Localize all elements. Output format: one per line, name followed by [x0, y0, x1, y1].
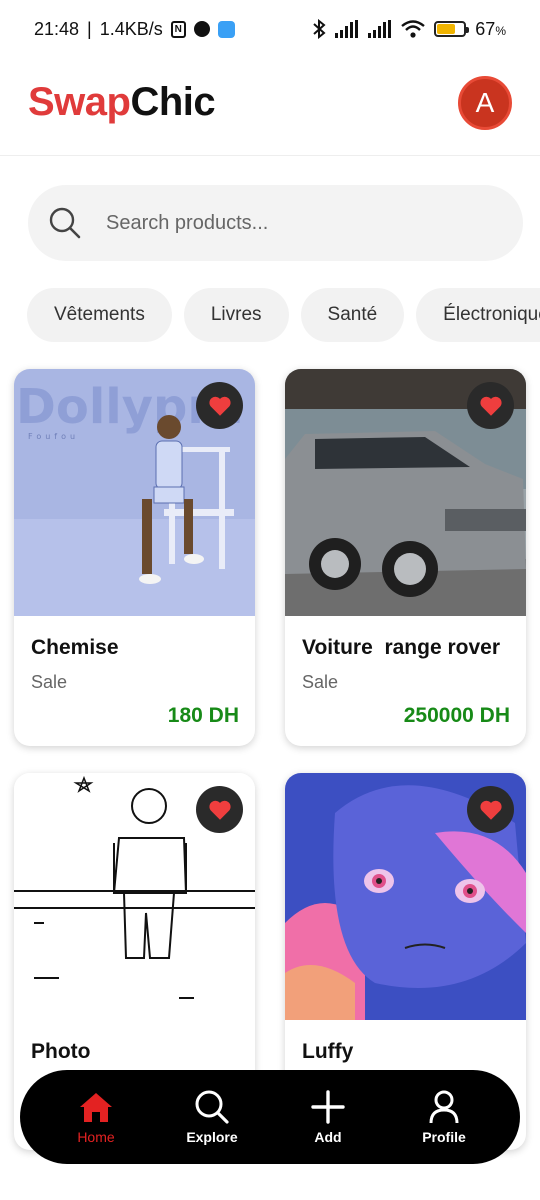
nfc-icon: N: [170, 20, 186, 38]
category-chips: Vêtements Livres Santé Électronique: [27, 288, 540, 344]
product-title: Chemise: [31, 636, 119, 659]
nav-profile[interactable]: Profile: [396, 1089, 492, 1145]
user-icon: [429, 1090, 459, 1124]
notification-icon: [193, 21, 210, 37]
chip-sante[interactable]: Santé: [300, 288, 405, 342]
wifi-icon: [401, 20, 426, 38]
signal-icon: [335, 20, 359, 38]
nav-label: Explore: [186, 1129, 238, 1145]
battery-icon: [434, 21, 470, 37]
app-screen: 21:48 | 1.4KB/s N 67% SwapChic A Vêtemen…: [0, 0, 540, 1200]
nav-label: Home: [77, 1129, 115, 1145]
nav-label: Profile: [422, 1129, 466, 1145]
search-input[interactable]: [106, 211, 466, 235]
avatar[interactable]: A: [458, 76, 512, 130]
product-title: Voiture range rover: [302, 636, 501, 659]
product-card-chemise[interactable]: Dollypra Foufou Chemise Sale 180 DH: [14, 369, 255, 746]
heart-icon: [208, 396, 231, 416]
product-title: Luffy: [302, 1040, 354, 1063]
app-header: SwapChic A: [0, 58, 540, 156]
product-title: Photo: [31, 1040, 91, 1063]
banner-subtitle: Foufou: [28, 432, 79, 441]
search-bar[interactable]: [28, 185, 523, 261]
app-logo: SwapChic: [28, 80, 216, 124]
product-price: 250000 DH: [403, 704, 510, 727]
battery-percent: 67%: [475, 18, 506, 39]
bluetooth-icon: [313, 19, 326, 39]
signal-icon-2: [368, 20, 392, 38]
favorite-button[interactable]: [196, 382, 243, 429]
heart-icon: [479, 396, 502, 416]
search-icon: [195, 1090, 229, 1124]
app-notification-icon: [217, 20, 235, 38]
search-icon: [49, 207, 81, 239]
chip-vetements[interactable]: Vêtements: [27, 288, 172, 342]
chip-livres[interactable]: Livres: [183, 288, 289, 342]
plus-icon: [311, 1090, 345, 1124]
home-icon: [80, 1093, 112, 1122]
favorite-button[interactable]: [196, 786, 243, 833]
heart-icon: [479, 800, 502, 820]
nav-label: Add: [314, 1129, 342, 1145]
status-bar: 21:48 | 1.4KB/s N 67%: [34, 18, 506, 39]
bottom-nav: Home Explore Add Profile: [20, 1070, 520, 1164]
favorite-button[interactable]: [467, 382, 514, 429]
nav-home[interactable]: Home: [48, 1089, 144, 1145]
nav-explore[interactable]: Explore: [164, 1089, 260, 1145]
status-time: 21:48: [34, 18, 80, 39]
network-speed: 1.4KB/s: [99, 18, 163, 39]
product-type: Sale: [31, 672, 68, 692]
product-price: 180 DH: [167, 704, 239, 727]
nav-add[interactable]: Add: [280, 1089, 376, 1145]
product-type: Sale: [302, 672, 339, 692]
product-card-range-rover[interactable]: Voiture range rover Sale 250000 DH: [285, 369, 526, 746]
heart-icon: [208, 800, 231, 820]
chip-electronique[interactable]: Électronique: [416, 288, 540, 342]
favorite-button[interactable]: [467, 786, 514, 833]
